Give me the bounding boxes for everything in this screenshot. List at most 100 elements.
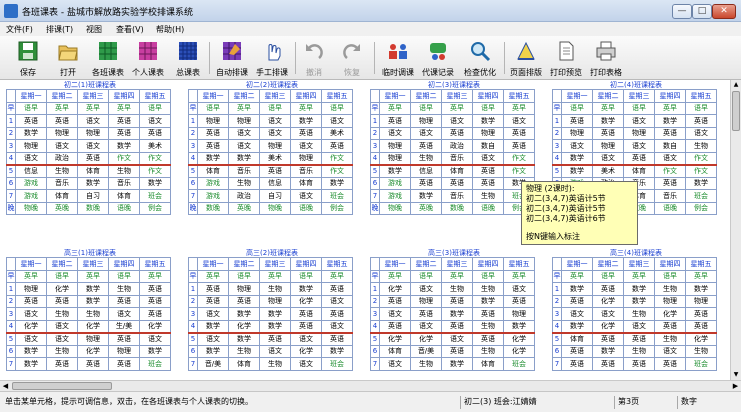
course-cell[interactable]: 语早 [197, 101, 229, 115]
course-cell[interactable]: 美术 [321, 126, 353, 140]
course-cell[interactable]: 英语 [46, 357, 78, 371]
course-cell[interactable]: 语文 [623, 114, 655, 128]
menu-schedule[interactable]: 排课(T) [46, 24, 73, 35]
course-cell[interactable]: 语文 [592, 307, 624, 321]
course-cell[interactable]: 美术 [139, 139, 171, 153]
course-cell[interactable]: 化学 [410, 332, 442, 346]
course-cell[interactable]: 英语 [259, 332, 291, 346]
course-cell[interactable]: 生物 [108, 164, 140, 178]
course-cell[interactable]: 语文 [379, 126, 411, 140]
course-cell[interactable]: 英早 [592, 101, 624, 115]
course-cell[interactable]: 英语 [15, 294, 47, 308]
course-cell[interactable]: 生物 [472, 344, 504, 358]
course-cell[interactable]: 语文 [290, 332, 322, 346]
scroll-left-arrow-icon[interactable]: ◀ [0, 381, 11, 391]
course-cell[interactable]: 生物 [654, 332, 686, 346]
course-cell[interactable]: 化学 [139, 319, 171, 334]
course-cell[interactable]: 生物 [410, 151, 442, 166]
print-preview-button[interactable]: 打印预览 [546, 38, 586, 78]
menu-file[interactable]: 文件(F) [6, 24, 33, 35]
course-cell[interactable]: 物理 [228, 282, 260, 296]
course-cell[interactable]: 游戏 [379, 189, 411, 203]
course-cell[interactable]: 英语 [197, 294, 229, 308]
course-cell[interactable]: 政治 [441, 139, 473, 153]
course-cell[interactable]: 数学 [259, 319, 291, 334]
course-cell[interactable]: 体育 [108, 189, 140, 203]
course-cell[interactable]: 英早 [77, 101, 109, 115]
course-cell[interactable]: 英晚 [410, 201, 442, 215]
course-cell[interactable]: 物理 [77, 126, 109, 140]
course-cell[interactable]: 英语 [472, 307, 504, 321]
course-cell[interactable]: 作文 [503, 151, 535, 166]
course-cell[interactable]: 化学 [654, 307, 686, 321]
course-cell[interactable]: 班会 [139, 189, 171, 203]
course-cell[interactable]: 游戏 [15, 189, 47, 203]
course-cell[interactable]: 物理 [592, 139, 624, 153]
course-cell[interactable]: 英语 [503, 139, 535, 153]
course-cell[interactable]: 数学 [15, 344, 47, 358]
course-cell[interactable]: 物理 [290, 151, 322, 166]
course-cell[interactable]: 语文 [15, 332, 47, 346]
course-cell[interactable]: 自习 [259, 189, 291, 203]
course-cell[interactable]: 语文 [592, 151, 624, 166]
course-cell[interactable]: 数学 [228, 151, 260, 166]
undo-button[interactable]: 撤消 [298, 38, 330, 78]
course-cell[interactable]: 英语 [654, 319, 686, 334]
open-button[interactable]: 打开 [50, 38, 86, 78]
course-cell[interactable]: 数学 [15, 357, 47, 371]
course-cell[interactable]: 英语 [623, 332, 655, 346]
course-cell[interactable]: 班会 [685, 357, 717, 371]
course-cell[interactable]: 英语 [321, 139, 353, 153]
course-cell[interactable]: 化学 [228, 319, 260, 334]
course-cell[interactable]: 语文 [108, 307, 140, 321]
course-cell[interactable]: 语文 [77, 139, 109, 153]
course-cell[interactable]: 英语 [592, 126, 624, 140]
course-cell[interactable]: 语文 [503, 282, 535, 296]
course-cell[interactable]: 语晚 [654, 201, 686, 215]
course-cell[interactable]: 语文 [321, 114, 353, 128]
course-cell[interactable]: 英语 [685, 319, 717, 334]
course-cell[interactable]: 数自 [472, 139, 504, 153]
maximize-button[interactable]: □ [692, 4, 712, 19]
course-cell[interactable]: 数学 [321, 176, 353, 190]
course-cell[interactable]: 英早 [77, 269, 109, 283]
course-cell[interactable]: 英语 [77, 357, 109, 371]
course-cell[interactable]: 语文 [561, 307, 593, 321]
course-cell[interactable]: 数自 [654, 139, 686, 153]
course-cell[interactable]: 游戏 [15, 176, 47, 190]
course-cell[interactable]: 数学 [685, 282, 717, 296]
course-cell[interactable]: 语早 [472, 101, 504, 115]
course-cell[interactable]: 体育 [623, 164, 655, 178]
scroll-up-arrow-icon[interactable]: ▲ [731, 80, 741, 90]
course-cell[interactable]: 语早 [685, 101, 717, 115]
course-cell[interactable]: 数学 [77, 282, 109, 296]
course-cell[interactable]: 英早 [441, 101, 473, 115]
course-cell[interactable]: 物理 [228, 114, 260, 128]
course-cell[interactable]: 英语 [108, 114, 140, 128]
course-cell[interactable]: 英语 [139, 294, 171, 308]
course-cell[interactable]: 物理 [410, 294, 442, 308]
course-cell[interactable]: 语晚 [290, 201, 322, 215]
course-cell[interactable]: 英早 [290, 101, 322, 115]
course-cell[interactable]: 物理 [685, 294, 717, 308]
course-cell[interactable]: 语文 [197, 307, 229, 321]
course-cell[interactable]: 语文 [259, 114, 291, 128]
course-cell[interactable]: 英语 [472, 332, 504, 346]
course-cell[interactable]: 体育 [228, 357, 260, 371]
course-cell[interactable]: 英早 [685, 269, 717, 283]
course-cell[interactable]: 游戏 [197, 176, 229, 190]
course-cell[interactable]: 英语 [561, 357, 593, 371]
course-cell[interactable]: 语文 [561, 139, 593, 153]
course-cell[interactable]: 语早 [321, 101, 353, 115]
course-cell[interactable]: 英语 [503, 294, 535, 308]
course-cell[interactable]: 数学 [77, 176, 109, 190]
course-cell[interactable]: 音乐 [441, 151, 473, 166]
course-cell[interactable]: 数学 [321, 344, 353, 358]
course-cell[interactable]: 语早 [15, 101, 47, 115]
course-cell[interactable]: 班会 [321, 357, 353, 371]
course-cell[interactable]: 英语 [139, 126, 171, 140]
course-cell[interactable]: 生物 [472, 189, 504, 203]
course-cell[interactable]: 数学 [197, 151, 229, 166]
course-cell[interactable]: 音乐 [46, 176, 78, 190]
course-cell[interactable]: 英晚 [46, 201, 78, 215]
